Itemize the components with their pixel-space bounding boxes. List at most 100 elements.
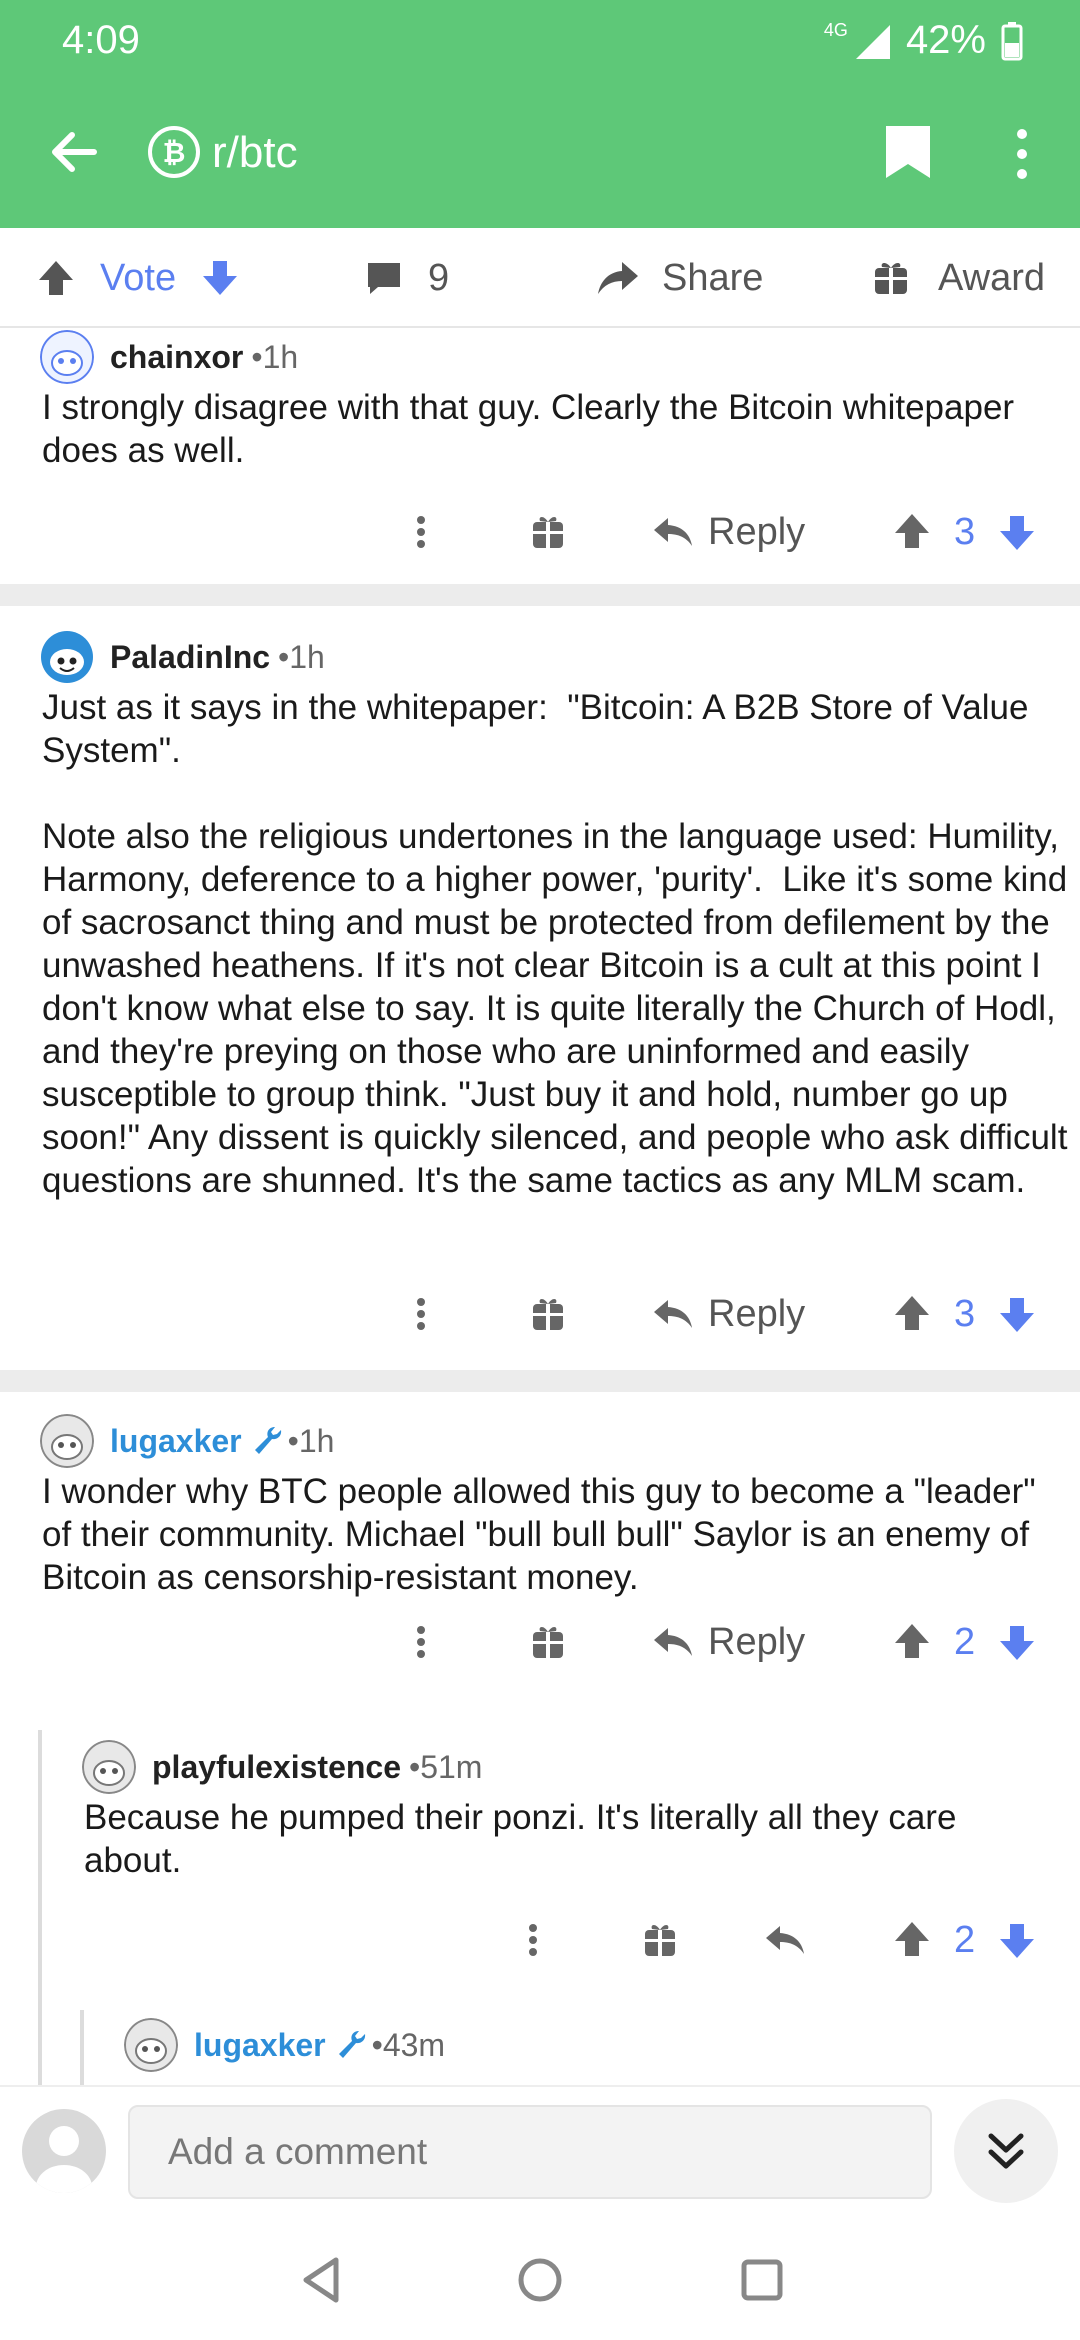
comment-author[interactable]: chainxor [110, 339, 243, 376]
battery-level: 42% [905, 18, 986, 62]
upvote-icon[interactable] [892, 1284, 932, 1344]
avatar[interactable] [40, 1414, 94, 1468]
gift-icon [875, 263, 907, 294]
separator-dot: • [287, 1422, 299, 1459]
comment-author[interactable]: PaladinInc [110, 639, 270, 676]
gift-icon[interactable] [530, 1284, 566, 1344]
downvote-icon[interactable] [997, 1612, 1037, 1672]
comment-author[interactable]: lugaxker [110, 1423, 242, 1460]
reply-label: Reply [708, 1620, 806, 1663]
more-options-icon[interactable] [518, 1910, 548, 1970]
comment-score: 3 [954, 1292, 976, 1335]
award-label: Award [938, 256, 1046, 299]
thread-indent-line [38, 1730, 42, 2085]
comments-button[interactable]: 9 [364, 250, 449, 306]
app-bar: ₿ r/btc [0, 100, 1080, 210]
subreddit-title[interactable]: r/btc [212, 128, 298, 178]
user-silhouette-icon [36, 2126, 92, 2193]
bitcoin-subreddit-icon: ₿ [148, 126, 200, 178]
bookmark-icon[interactable] [880, 122, 936, 182]
status-time: 4:09 [62, 18, 140, 62]
comment-time: 1h [289, 638, 325, 675]
comment-score: 2 [954, 1620, 976, 1663]
comment-time: 1h [298, 1422, 335, 1459]
nav-back-icon[interactable] [292, 2250, 352, 2310]
vote-control: Vote [36, 250, 240, 306]
comment-time: 43m [382, 2026, 446, 2063]
upvote-icon[interactable] [36, 258, 76, 298]
reply-label: Reply [708, 510, 806, 553]
reply-label: Reply [708, 1292, 806, 1335]
comment-header: lugaxker • 43m [124, 2018, 445, 2072]
post-action-bar: Vote 9 Share Award [0, 228, 1080, 328]
comment-score: 3 [954, 510, 976, 553]
comment-header: PaladinInc • 1h [40, 630, 325, 684]
moderator-wrench-icon [254, 1427, 281, 1454]
svg-text:₿: ₿ [163, 136, 186, 169]
comment-body: I wonder why BTC people allowed this guy… [42, 1472, 1046, 1597]
double-chevron-down-icon [988, 2133, 1024, 2169]
more-options-icon[interactable] [406, 502, 436, 562]
comment-divider [0, 1370, 1080, 1392]
comment-icon [368, 263, 400, 294]
reply-icon[interactable] [764, 1910, 806, 1970]
back-arrow-icon[interactable] [44, 122, 104, 182]
comment-body: Because he pumped their ponzi. It's lite… [84, 1798, 967, 1880]
avatar[interactable] [40, 630, 94, 684]
gift-icon[interactable] [530, 502, 566, 562]
separator-dot: • [409, 1748, 421, 1785]
user-avatar[interactable] [22, 2109, 106, 2193]
nav-home-icon[interactable] [510, 2250, 570, 2310]
downvote-icon[interactable] [997, 1284, 1037, 1344]
comment-body: I strongly disagree with that guy. Clear… [42, 388, 1024, 470]
share-label: Share [662, 256, 764, 299]
comment-actions: Reply 3 [0, 502, 1080, 562]
overflow-menu-icon[interactable] [1004, 124, 1040, 184]
separator-dot: • [371, 2026, 383, 2063]
downvote-icon[interactable] [997, 1910, 1037, 1970]
gift-icon[interactable] [530, 1612, 566, 1672]
separator-dot: • [278, 638, 290, 675]
upvote-icon[interactable] [892, 1910, 932, 1970]
upvote-icon[interactable] [892, 502, 932, 562]
battery-icon [1001, 21, 1023, 60]
reply-icon [654, 1628, 692, 1656]
status-bar: 4:09 4G 42% [0, 0, 1080, 80]
share-button[interactable]: Share [596, 250, 763, 306]
more-options-icon[interactable] [406, 1284, 436, 1344]
expand-button[interactable] [954, 2099, 1058, 2203]
reply-button[interactable]: Reply [652, 1284, 805, 1344]
gift-icon[interactable] [642, 1910, 678, 1970]
reply-button[interactable]: Reply [652, 1612, 805, 1672]
comment-count: 9 [428, 256, 450, 299]
comment-score: 2 [954, 1918, 976, 1961]
reply-icon [654, 518, 692, 546]
reply-button[interactable]: Reply [652, 502, 805, 562]
avatar[interactable] [124, 2018, 178, 2072]
comment-feed: chainxor • 1h I strongly disagree with t… [0, 330, 1080, 2085]
comment-divider [0, 584, 1080, 606]
upvote-icon[interactable] [892, 1612, 932, 1672]
comment-actions: Reply 2 [0, 1612, 1080, 1672]
downvote-icon[interactable] [200, 258, 240, 298]
comment-body: Just as it says in the whitepaper: "Bitc… [42, 688, 1068, 1200]
comment-author[interactable]: lugaxker [194, 2027, 326, 2064]
add-comment-input[interactable]: Add a comment [128, 2105, 932, 2199]
comment-header: lugaxker • 1h [40, 1414, 334, 1468]
more-options-icon[interactable] [406, 1612, 436, 1672]
comment-actions: 2 [0, 1910, 1080, 1970]
share-icon [598, 262, 638, 294]
downvote-icon[interactable] [997, 502, 1037, 562]
avatar[interactable] [40, 330, 94, 384]
comment-time: 1h [262, 338, 299, 375]
award-button[interactable]: Award [872, 250, 1045, 306]
nav-recents-icon[interactable] [732, 2250, 792, 2310]
separator-dot: • [251, 338, 263, 375]
moderator-wrench-icon [338, 2031, 365, 2058]
thread-indent-line [80, 2010, 84, 2085]
comment-time: 51m [420, 1748, 483, 1785]
top-bar: 4:09 4G 42% ₿ r/btc [0, 0, 1080, 228]
comment-header: chainxor • 1h [40, 330, 298, 384]
comment-author[interactable]: playfulexistence [152, 1749, 401, 1786]
avatar[interactable] [82, 1740, 136, 1794]
